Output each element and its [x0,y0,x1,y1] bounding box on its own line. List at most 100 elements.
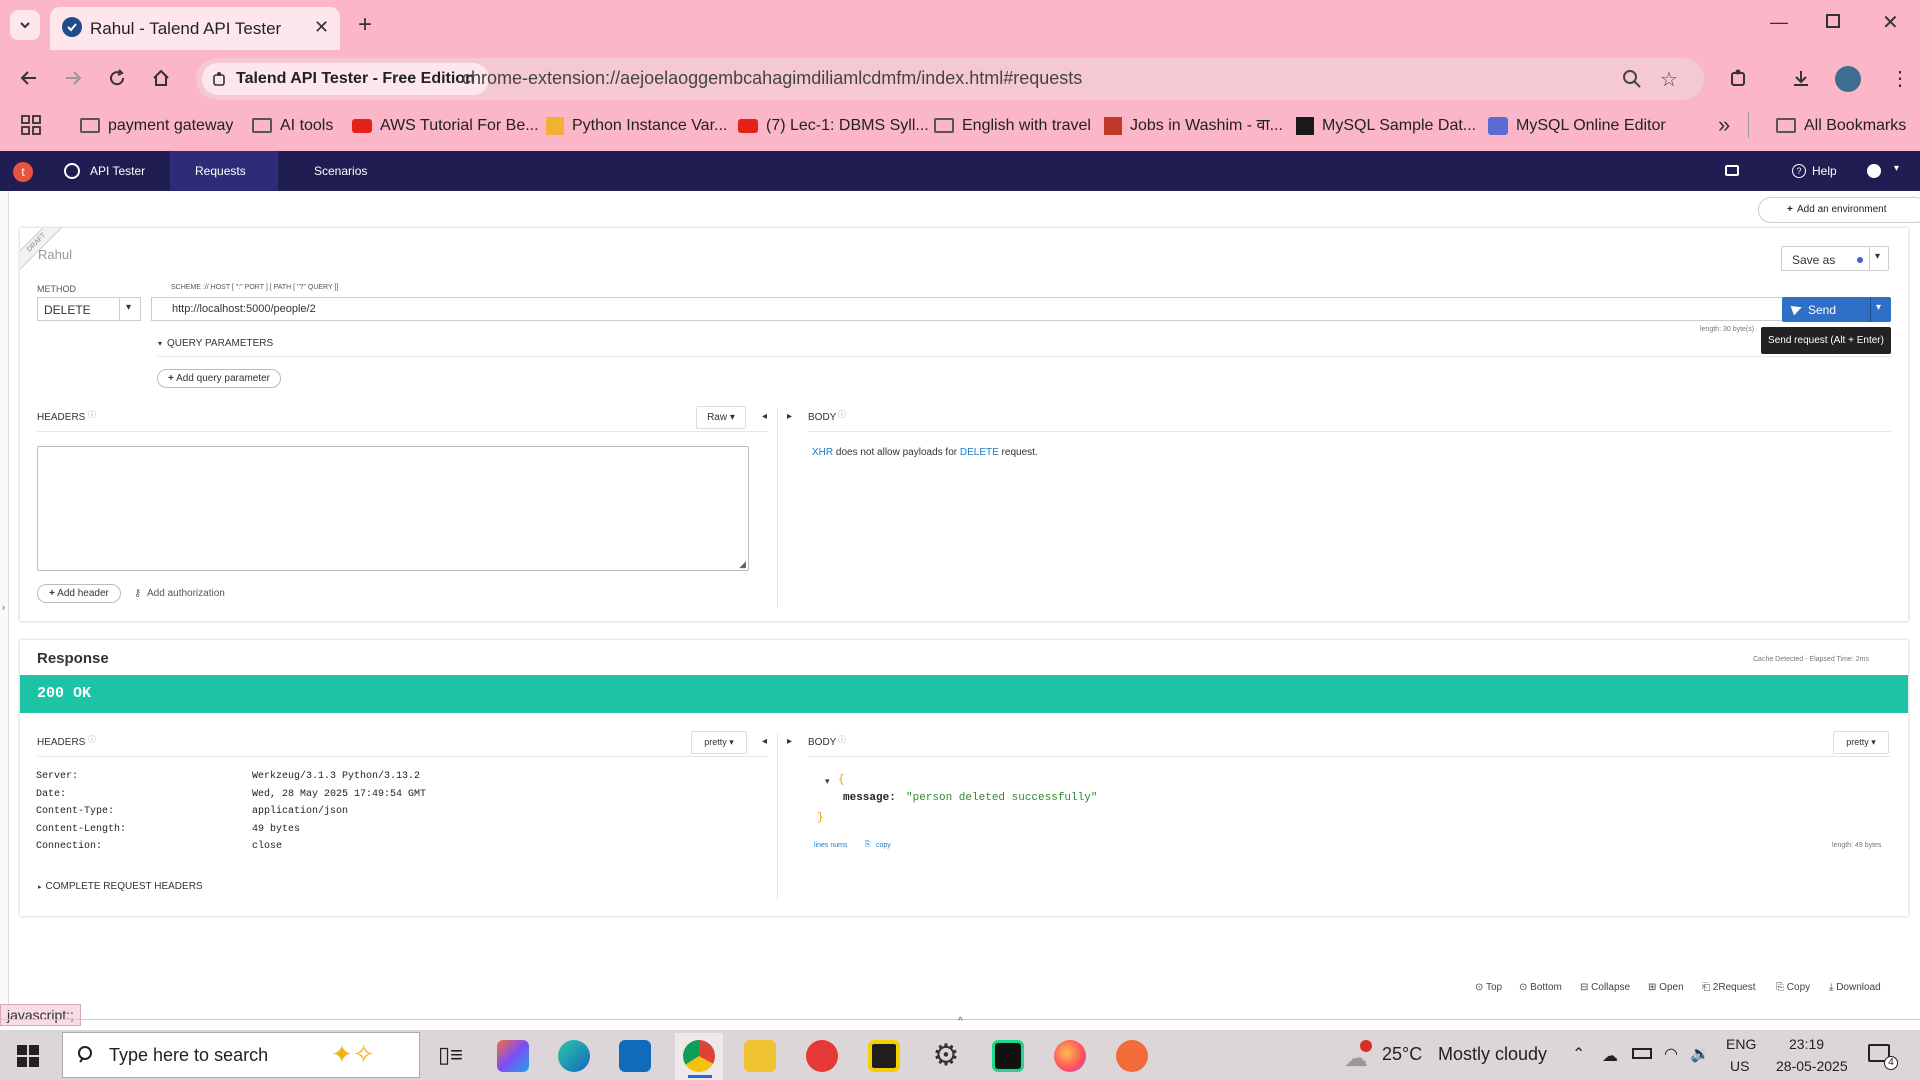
weather-temp[interactable]: 25°C [1382,1044,1422,1065]
forward-icon[interactable] [58,63,88,93]
response-body-format-select[interactable]: pretty ▾ [1833,731,1889,754]
copy-link[interactable]: copy [876,842,891,849]
footer-bottom-link[interactable]: ⊙ Bottom [1519,982,1562,993]
postman-icon[interactable] [1116,1040,1148,1072]
taskbar-search-box[interactable]: Type here to search ✦✧ [62,1032,420,1078]
help-link[interactable]: Help [1812,151,1837,191]
expand-panel-icon[interactable]: › [2,602,5,612]
left-panel-handle[interactable] [0,191,9,1011]
windows-start-icon[interactable] [16,1044,40,1068]
site-info-chip[interactable]: Talend API Tester - Free Edition [202,63,489,95]
address-bar[interactable]: Talend API Tester - Free Edition chrome-… [196,58,1704,100]
send-dropdown-icon[interactable]: ▾ [1876,302,1881,313]
restore-icon[interactable] [1826,14,1840,28]
bookmark-jobs-washim[interactable]: Jobs in Washim - वा... [1104,114,1283,138]
json-collapse-icon[interactable]: ▾ [825,776,830,787]
window-close-icon[interactable]: ✕ [1882,10,1899,35]
active-tab[interactable]: Rahul - Talend API Tester ✕ [50,7,340,50]
bookmark-mysql-sample[interactable]: MySQL Sample Dat... [1296,114,1476,138]
add-header-button[interactable]: + Add header [37,584,121,603]
footer-open-link[interactable]: ⊞ Open [1648,982,1684,993]
tab-close-icon[interactable]: ✕ [314,17,329,38]
collapse-right-icon[interactable]: ▸ [787,736,792,747]
bookmark-star-icon[interactable]: ☆ [1660,67,1678,92]
wps-office-icon[interactable] [806,1040,838,1072]
response-headers-format-select[interactable]: pretty ▾ [691,731,747,754]
tab-search-chevron-icon[interactable] [10,10,40,40]
extensions-icon[interactable] [1724,63,1754,93]
volume-icon[interactable]: 🔉 [1690,1044,1710,1064]
bookmark-english-travel[interactable]: English with travel [934,114,1091,138]
request-name[interactable]: Rahul [38,247,72,262]
apps-grid-icon[interactable] [20,114,42,136]
footer-download-link[interactable]: ⤓ Download [1829,982,1881,993]
url-text[interactable]: chrome-extension://aejoelaoggembcahagimd… [462,68,1082,89]
chrome-app-icon[interactable] [683,1040,715,1072]
minimize-icon[interactable]: — [1770,12,1788,33]
settings-gear-icon[interactable]: ⚙ [930,1040,962,1072]
onedrive-cloud-icon[interactable]: ☁ [1602,1046,1618,1066]
bookmark-mysql-editor[interactable]: MySQL Online Editor [1488,114,1666,138]
add-query-param-button[interactable]: + Add query parameter [157,369,281,388]
footer-copy-link[interactable]: ⎘ Copy [1776,982,1810,993]
chrome-menu-icon[interactable]: ⋮ [1890,66,1910,91]
battery-icon[interactable] [1632,1048,1652,1059]
line-nums-toggle[interactable]: lines nums [814,842,847,849]
headers-format-select[interactable]: Raw ▾ [696,406,746,429]
home-icon[interactable] [146,63,176,93]
delete-link[interactable]: DELETE [960,447,999,458]
footer-2request-link[interactable]: ⎗ 2Request [1702,982,1756,993]
collapse-left-icon[interactable]: ◂ [762,411,767,422]
complete-headers-toggle[interactable]: ▸ COMPLETE REQUEST HEADERS [38,881,203,892]
bookmark-payment-gateway[interactable]: payment gateway [80,114,233,138]
scroll-up-caret-icon[interactable]: ^ [958,1016,963,1027]
add-environment-button[interactable]: + Add an environment [1758,197,1920,223]
tab-requests[interactable]: Requests [195,151,246,191]
footer-collapse-link[interactable]: ⊟ Collapse [1580,982,1630,993]
query-params-toggle[interactable]: ▾ QUERY PARAMETERS [158,338,273,349]
bookmark-dbms[interactable]: (7) Lec-1: DBMS Syll... [738,114,929,138]
xhr-link[interactable]: XHR [812,447,833,458]
headers-textarea[interactable]: ◢ [37,446,749,571]
user-icon[interactable] [1867,164,1881,178]
zoom-icon[interactable] [1622,69,1642,89]
clock-time[interactable]: 23:19 [1789,1036,1824,1052]
user-chevron-icon[interactable]: ▾ [1894,163,1899,174]
profile-avatar[interactable] [1835,66,1861,92]
bookmark-python-instance[interactable]: Python Instance Var... [546,114,727,138]
send-button[interactable]: Send [1808,303,1836,317]
download-icon[interactable] [1786,63,1816,93]
task-view-icon[interactable]: ▯≡ [438,1042,463,1068]
new-tab-icon[interactable]: + [350,10,380,40]
pycharm-icon[interactable] [992,1040,1024,1072]
bookmark-aws-tutorial[interactable]: AWS Tutorial For Be... [352,114,539,138]
outlook-app-icon[interactable] [619,1040,651,1072]
reload-icon[interactable] [102,63,132,93]
request-url-input[interactable]: http://localhost:5000/people/2 [151,297,1791,321]
sticky-notes-icon[interactable] [868,1040,900,1072]
more-bookmarks-icon[interactable]: » [1718,112,1730,138]
talend-logo-icon[interactable]: t [13,162,33,182]
back-icon[interactable] [14,63,44,93]
tray-chevron-icon[interactable]: ⌃ [1572,1044,1585,1064]
edge-app-icon[interactable] [558,1040,590,1072]
all-bookmarks[interactable]: All Bookmarks [1776,114,1906,138]
chat-icon[interactable] [1725,165,1739,176]
resize-handle-icon[interactable]: ◢ [739,559,746,570]
firefox-icon[interactable] [1054,1040,1086,1072]
add-authorization-link[interactable]: Add authorization [147,588,225,599]
file-explorer-icon[interactable] [744,1040,776,1072]
footer-top-link[interactable]: ⊙ Top [1475,982,1502,993]
method-select[interactable]: DELETE ▾ [37,297,141,321]
copilot-app-icon[interactable] [497,1040,529,1072]
weather-desc[interactable]: Mostly cloudy [1438,1044,1547,1065]
save-as-button[interactable]: Save as [1792,253,1835,267]
tab-scenarios[interactable]: Scenarios [314,151,367,191]
lang-primary[interactable]: ENG [1726,1036,1756,1052]
bookmark-ai-tools[interactable]: AI tools [252,114,333,138]
wifi-icon[interactable]: ◠ [1664,1044,1678,1064]
collapse-left-icon[interactable]: ◂ [762,736,767,747]
collapse-right-icon[interactable]: ▸ [787,411,792,422]
nav-brand[interactable]: API Tester [90,151,145,191]
save-as-dropdown-icon[interactable]: ▾ [1875,251,1880,262]
